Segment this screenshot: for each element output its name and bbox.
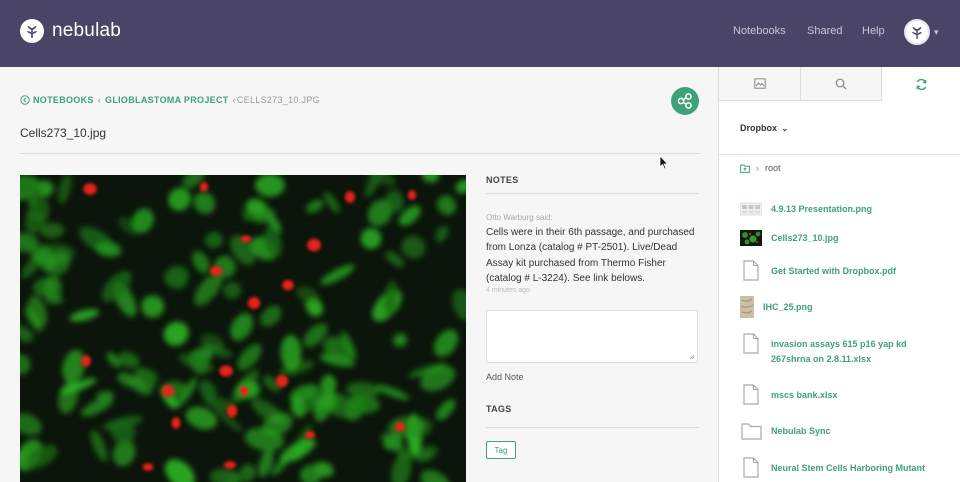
top-navigation-bar: nebulab Notebooks Shared Help ▾	[0, 0, 960, 67]
red-nucleus	[240, 235, 252, 243]
thumbnail-cells-icon	[740, 230, 762, 246]
file-item[interactable]: 4.9.13 Presentation.png	[740, 202, 872, 216]
breadcrumb-project[interactable]: GLIOBLASTOMA PROJECT	[105, 95, 229, 105]
thumbnail-tissue-icon	[740, 296, 754, 318]
divider	[486, 193, 699, 194]
folder-path[interactable]: › root	[740, 163, 781, 173]
cell-image-canvas	[20, 175, 466, 482]
tags-heading: TAGS	[486, 404, 512, 414]
divider	[20, 153, 700, 154]
share-button[interactable]	[671, 87, 699, 115]
tab-sync[interactable]	[882, 67, 960, 101]
red-nucleus	[275, 374, 289, 388]
file-item[interactable]: invasion assays 615 p16 yap kd 267shrna …	[740, 333, 930, 364]
file-item[interactable]: mscs bank.xlsx	[740, 384, 838, 405]
divider	[486, 427, 699, 428]
sidebar-tabs	[719, 67, 960, 101]
tab-search[interactable]	[801, 67, 882, 101]
breadcrumb-current: CELLS273_10.JPG	[236, 95, 320, 105]
note-author: Otto Warburg said:	[486, 213, 553, 222]
nav-notebooks[interactable]: Notebooks	[733, 25, 786, 37]
page-title: Cells273_10.jpg	[20, 126, 107, 140]
tag-button[interactable]: Tag	[486, 441, 516, 459]
file-name: Neural Stem Cells Harboring Mutant	[771, 462, 926, 473]
file-item[interactable]: Get Started with Dropbox.pdf	[740, 260, 896, 281]
file-name: Cells273_10.jpg	[771, 233, 839, 243]
file-name: IHC_25.png	[763, 302, 813, 312]
file-item[interactable]: Neural Stem Cells Harboring Mutant	[740, 457, 925, 478]
tab-images[interactable]	[719, 67, 801, 101]
folder-up-icon	[740, 164, 750, 173]
red-nucleus	[83, 183, 97, 195]
mouse-cursor-icon	[659, 155, 669, 170]
file-item[interactable]: Cells273_10.jpg	[740, 230, 839, 246]
folder-icon	[740, 422, 762, 440]
source-dropdown[interactable]: Dropbox ⌄	[740, 123, 788, 133]
file-item[interactable]: IHC_25.png	[740, 296, 813, 318]
red-nucleus	[224, 461, 236, 469]
chevron-left-icon: ‹	[232, 95, 236, 105]
root-folder-label: root	[765, 163, 781, 173]
document-icon	[740, 457, 762, 478]
notes-heading: NOTES	[486, 175, 519, 185]
red-nucleus	[219, 365, 233, 377]
document-icon	[740, 384, 762, 405]
note-timestamp: 4 minutes ago	[486, 287, 530, 294]
note-input[interactable]	[486, 310, 698, 363]
red-nucleus	[239, 385, 249, 397]
note-text: Cells were in their 6th passage, and pur…	[486, 227, 695, 285]
image-icon	[753, 78, 766, 89]
share-nodes-icon	[677, 93, 692, 109]
brand-logo[interactable]: nebulab	[20, 19, 121, 43]
search-icon	[835, 78, 847, 89]
thumbnail-slides-icon	[740, 202, 762, 216]
user-menu[interactable]: ▾	[904, 19, 939, 45]
red-nucleus	[161, 385, 175, 397]
file-name: 4.9.13 Presentation.png	[771, 204, 873, 214]
source-dropdown-label: Dropbox	[740, 123, 777, 133]
breadcrumb-notebooks[interactable]: NOTEBOOKS	[33, 95, 94, 105]
red-nucleus	[407, 190, 417, 200]
red-nucleus	[200, 181, 208, 193]
sprout-logo-icon	[20, 19, 44, 43]
file-name: Get Started with Dropbox.pdf	[771, 265, 896, 276]
red-nucleus	[142, 463, 154, 471]
file-name: Nebulab Sync	[771, 426, 831, 436]
chevron-left-icon: ‹	[97, 95, 102, 105]
brand-name: nebulab	[52, 20, 122, 41]
red-nucleus	[304, 431, 316, 439]
file-browser-sidebar: Dropbox ⌄ › root 4.9.13 Presentation.png	[718, 67, 960, 482]
breadcrumb: NOTEBOOKS ‹ GLIOBLASTOMA PROJECT ‹ CELLS…	[20, 95, 320, 105]
red-nucleus	[247, 297, 261, 309]
resize-handle-icon[interactable]	[689, 354, 695, 360]
back-circle-icon[interactable]	[20, 95, 30, 105]
red-nucleus	[226, 404, 238, 418]
red-nucleus	[171, 417, 181, 429]
red-nucleus	[307, 238, 321, 252]
red-nucleus	[344, 191, 356, 203]
folder-item[interactable]: Nebulab Sync	[740, 422, 831, 440]
sync-icon	[916, 78, 927, 90]
nav-shared[interactable]: Shared	[807, 25, 842, 37]
divider	[719, 154, 960, 155]
microscopy-image	[20, 175, 466, 482]
document-icon	[740, 260, 762, 281]
chevron-down-icon: ▾	[934, 26, 939, 37]
file-name: invasion assays 615 p16 yap kd 267shrna …	[771, 339, 907, 364]
add-note-button[interactable]: Add Note	[486, 372, 524, 382]
main-panel: NOTEBOOKS ‹ GLIOBLASTOMA PROJECT ‹ CELLS…	[0, 67, 718, 482]
red-nucleus	[282, 279, 294, 291]
red-nucleus	[81, 355, 91, 367]
nav-help[interactable]: Help	[862, 25, 885, 37]
file-name: mscs bank.xlsx	[771, 389, 838, 400]
avatar	[904, 19, 930, 45]
chevron-down-icon: ⌄	[781, 124, 789, 133]
red-nucleus	[395, 421, 405, 433]
red-nucleus	[209, 266, 223, 276]
chevron-right-icon: ›	[756, 163, 759, 173]
